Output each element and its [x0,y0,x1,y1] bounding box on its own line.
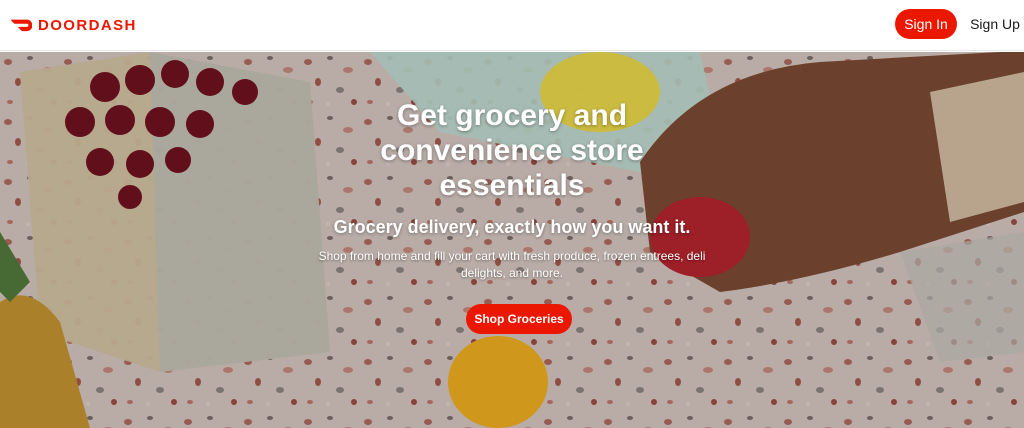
hero-banner: Get grocery and convenience store essent… [0,52,1024,428]
sign-in-button[interactable]: Sign In [895,9,957,39]
hero-content: Get grocery and convenience store essent… [262,52,762,428]
hero-description-line: delights, and more. [460,266,564,280]
shop-groceries-button[interactable]: Shop Groceries [466,304,572,334]
sign-up-button[interactable]: Sign Up [969,9,1021,39]
doordash-logo[interactable]: DOORDASH [10,14,137,36]
hero-title-line: essentials [439,169,585,202]
brand-name: DOORDASH [38,16,137,34]
hero-title-line: Get grocery and [396,99,628,132]
doordash-logo-icon [10,19,32,32]
top-navigation-bar: DOORDASH Sign In Sign Up [0,0,1024,51]
hero-title-line: convenience store [380,134,644,167]
hero-title: Get grocery and convenience store essent… [262,98,762,203]
hero-description: Shop from home and fill your cart with f… [312,248,712,282]
hero-subtitle: Grocery delivery, exactly how you want i… [333,217,691,237]
hero-description-line: Shop from home and fill your cart with f… [318,249,706,263]
